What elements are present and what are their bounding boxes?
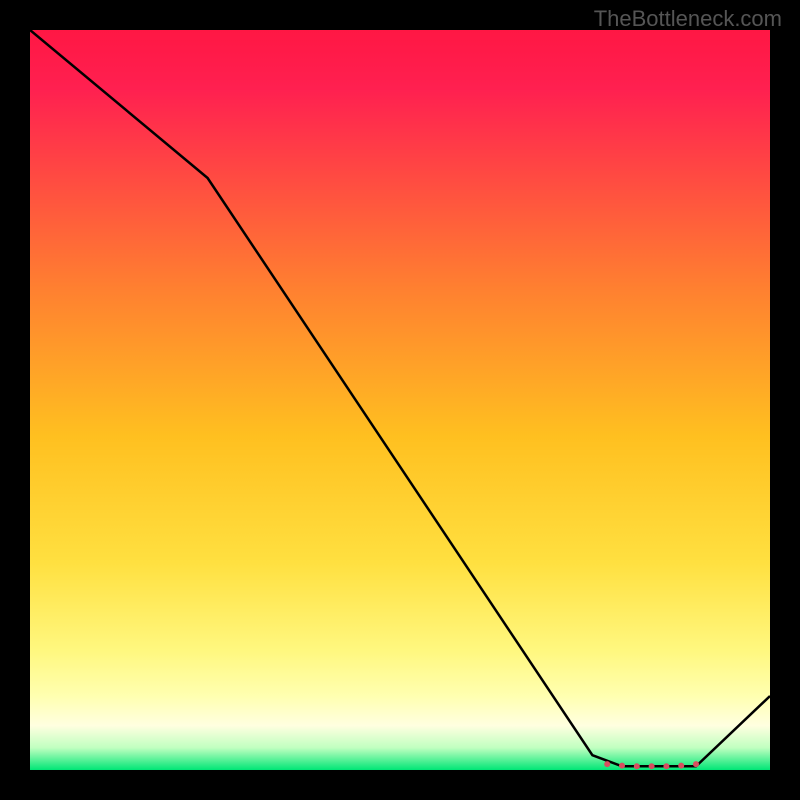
marker-point: [604, 761, 610, 767]
marker-point: [649, 763, 655, 769]
plot-area: [30, 30, 770, 770]
watermark-text: TheBottleneck.com: [594, 6, 782, 32]
marker-point: [693, 761, 699, 767]
chart-line-layer: [30, 30, 770, 770]
marker-point: [619, 763, 625, 769]
marker-point: [663, 763, 669, 769]
data-curve: [30, 30, 770, 766]
marker-point: [678, 763, 684, 769]
marker-point: [634, 763, 640, 769]
